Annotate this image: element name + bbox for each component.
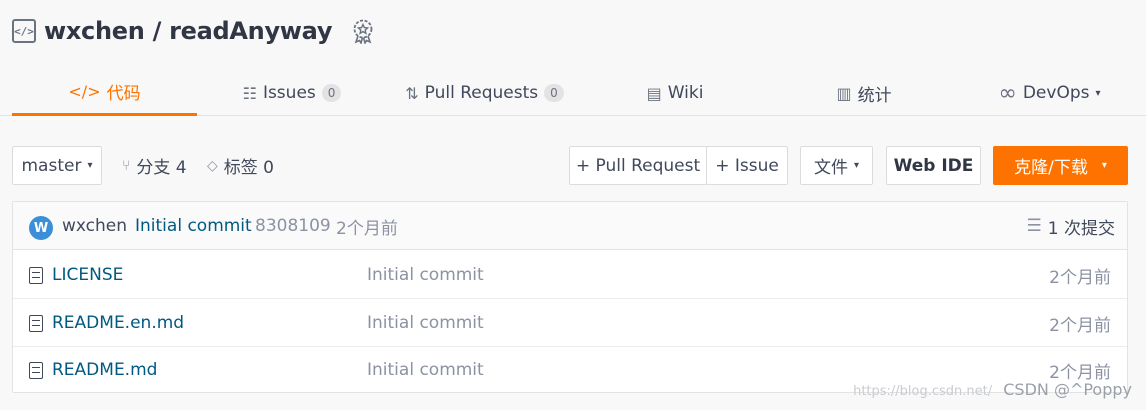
stats-icon: ▥ xyxy=(836,83,852,103)
tab-devops[interactable]: ∞ DevOps ▾ xyxy=(992,70,1107,116)
tab-wiki[interactable]: ▤ Wiki xyxy=(640,70,710,116)
file-menu-button[interactable]: 文件 ▾ xyxy=(800,146,873,185)
file-icon xyxy=(29,266,43,284)
commit-hash[interactable]: 8308109 xyxy=(255,202,331,250)
commit-count-link[interactable]: ☰ 1 次提交 xyxy=(1027,202,1115,250)
tab-issues[interactable]: ☷ Issues 0 xyxy=(237,70,347,116)
chevron-down-icon: ▾ xyxy=(853,160,860,171)
commit-author[interactable]: wxchen xyxy=(62,202,127,250)
tab-code[interactable]: </> 代码 xyxy=(12,70,197,116)
file-icon xyxy=(29,361,43,379)
infinity-icon: ∞ xyxy=(998,80,1017,106)
award-icon[interactable] xyxy=(350,18,376,44)
tab-label: 统计 xyxy=(857,85,892,106)
tab-pull-requests[interactable]: ⇅ Pull Requests 0 xyxy=(402,70,567,116)
watermark: https://blog.csdn.net/ CSDN @^Poppy xyxy=(853,380,1132,399)
web-ide-button[interactable]: Web IDE xyxy=(886,146,981,185)
file-icon xyxy=(29,314,43,332)
file-commit-message[interactable]: Initial commit xyxy=(367,251,484,299)
watermark-text: CSDN @^Poppy xyxy=(1003,380,1132,399)
file-commit-message[interactable]: Initial commit xyxy=(367,299,484,347)
new-issue-button[interactable]: + Issue xyxy=(706,146,788,185)
commit-time: 2个月前 xyxy=(336,218,398,239)
commit-message[interactable]: Initial commit xyxy=(135,202,252,250)
pull-requests-count-badge: 0 xyxy=(544,84,564,102)
tab-label: DevOps xyxy=(1022,83,1090,103)
branches-link[interactable]: ⑂ 分支 4 xyxy=(122,146,187,185)
repo-name-link[interactable]: wxchen / readAnyway xyxy=(44,17,332,45)
repo-title: </> wxchen / readAnyway xyxy=(12,14,376,48)
commits-icon: ☰ xyxy=(1026,216,1042,236)
file-name-link[interactable]: README.md xyxy=(52,360,157,380)
chevron-down-icon: ▾ xyxy=(87,160,93,171)
file-commit-message[interactable]: Initial commit xyxy=(367,346,484,394)
issues-count-badge: 0 xyxy=(321,84,342,102)
code-icon: </> xyxy=(68,82,101,101)
file-name-link[interactable]: README.en.md xyxy=(52,313,184,333)
tab-stats[interactable]: ▥ 统计 xyxy=(824,70,904,116)
file-browser: W wxchen Initial commit 8308109 2个月前 ☰ 1… xyxy=(12,201,1128,393)
tag-icon: ◇ xyxy=(207,157,218,174)
file-name-cell: README.en.md xyxy=(29,299,184,347)
tags-link[interactable]: ◇ 标签 0 xyxy=(207,146,274,185)
repo-toolbar: master ▾ ⑂ 分支 4 ◇ 标签 0 + Pull Request + … xyxy=(12,146,1128,186)
branch-icon: ⑂ xyxy=(122,157,131,174)
table-row[interactable]: LICENSE Initial commit 2个月前 xyxy=(13,251,1127,299)
file-name-cell: LICENSE xyxy=(29,251,123,299)
tab-label: 代码 xyxy=(106,84,141,104)
file-menu-label: 文件 xyxy=(813,158,848,178)
tab-label: Pull Requests xyxy=(424,83,539,103)
repo-icon: </> xyxy=(12,19,36,43)
new-pull-request-button[interactable]: + Pull Request xyxy=(569,146,707,185)
tab-label: Wiki xyxy=(667,83,704,103)
chevron-down-icon: ▾ xyxy=(1101,160,1107,171)
watermark-url: https://blog.csdn.net/ xyxy=(853,384,993,399)
file-commit-time: 2个月前 xyxy=(1049,315,1111,336)
repo-tabs: </> 代码 ☷ Issues 0 ⇅ Pull Requests 0 ▤ Wi… xyxy=(12,70,1146,116)
table-row[interactable]: README.en.md Initial commit 2个月前 xyxy=(13,299,1127,347)
book-icon: ▤ xyxy=(646,83,662,103)
clone-label: 克隆/下载 xyxy=(1014,158,1088,178)
pull-request-icon: ⇅ xyxy=(405,83,419,103)
file-commit-time: 2个月前 xyxy=(1049,267,1111,288)
commit-count-label: 1 次提交 xyxy=(1047,218,1115,239)
issues-icon: ☷ xyxy=(242,83,257,103)
file-name-cell: README.md xyxy=(29,346,157,394)
latest-commit-bar: W wxchen Initial commit 8308109 2个月前 ☰ 1… xyxy=(13,202,1127,250)
tags-label: 标签 0 xyxy=(223,158,275,178)
branch-select[interactable]: master ▾ xyxy=(12,146,102,185)
chevron-down-icon: ▾ xyxy=(1095,87,1101,99)
file-name-link[interactable]: LICENSE xyxy=(52,265,123,285)
clone-download-button[interactable]: 克隆/下载 ▾ xyxy=(993,146,1128,185)
repo-header: </> wxchen / readAnyway </> 代码 ☷ Issues … xyxy=(0,0,1146,116)
branches-label: 分支 4 xyxy=(136,158,187,178)
avatar[interactable]: W xyxy=(29,216,53,240)
branch-select-value: master xyxy=(21,155,82,176)
tab-label: Issues xyxy=(262,83,316,103)
